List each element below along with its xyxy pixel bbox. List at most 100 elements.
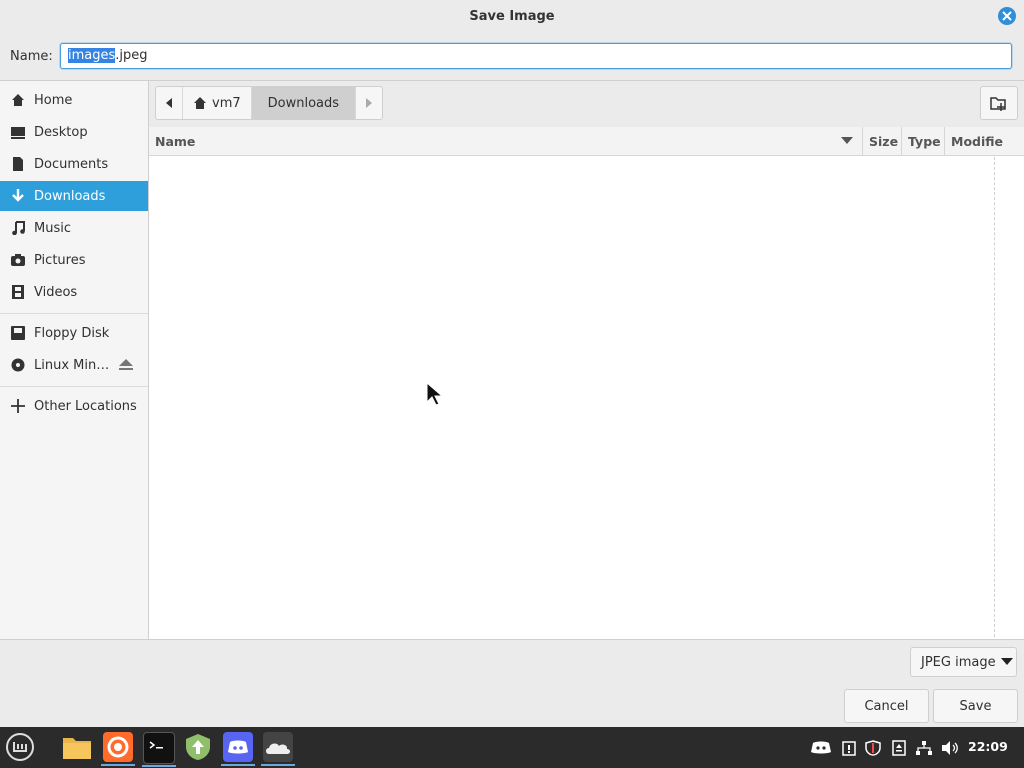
close-icon bbox=[1002, 11, 1012, 21]
clock[interactable]: 22:09 bbox=[968, 739, 1008, 754]
sidebar-item-other-locations[interactable]: Other Locations bbox=[0, 391, 148, 421]
file-type-label: JPEG image bbox=[921, 654, 996, 670]
plus-icon bbox=[10, 398, 26, 414]
film-icon bbox=[10, 284, 26, 300]
sidebar-item-home[interactable]: Home bbox=[0, 85, 148, 115]
taskbar: 22:09 bbox=[0, 727, 1024, 768]
save-button[interactable]: Save bbox=[933, 689, 1018, 723]
taskbar-update-manager[interactable] bbox=[183, 732, 213, 762]
tray-network[interactable] bbox=[915, 739, 933, 757]
eject-icon[interactable] bbox=[118, 358, 134, 376]
path-bar: vm7 Downloads bbox=[149, 81, 1024, 128]
sidebar-item-label: Videos bbox=[34, 284, 78, 300]
name-label: Name: bbox=[10, 49, 53, 64]
taskbar-files[interactable] bbox=[62, 732, 92, 762]
sidebar-item-label: Pictures bbox=[34, 252, 86, 268]
music-icon bbox=[10, 220, 26, 236]
breadcrumb-label: Downloads bbox=[267, 95, 340, 111]
name-row: Name: images.jpeg bbox=[0, 32, 1024, 81]
dialog-footer: JPEG image Cancel Save bbox=[0, 639, 1024, 728]
onedrive-icon bbox=[266, 743, 290, 754]
sidebar-item-linux-mint-disc[interactable]: Linux Min… bbox=[0, 350, 148, 380]
path-forward-button[interactable] bbox=[356, 87, 382, 119]
sidebar-item-desktop[interactable]: Desktop bbox=[0, 117, 148, 147]
cancel-button[interactable]: Cancel bbox=[844, 689, 929, 723]
filename-selected-text: images bbox=[68, 48, 116, 63]
tray-volume[interactable] bbox=[941, 739, 959, 757]
downloads-icon bbox=[10, 188, 26, 204]
sidebar-item-documents[interactable]: Documents bbox=[0, 149, 148, 179]
desktop-icon bbox=[10, 124, 26, 140]
network-icon bbox=[916, 741, 932, 755]
sidebar-item-label: Other Locations bbox=[34, 398, 137, 414]
file-type-dropdown[interactable]: JPEG image bbox=[910, 647, 1017, 677]
column-separator[interactable] bbox=[944, 127, 945, 155]
chevron-right-icon bbox=[366, 98, 373, 108]
discord-icon bbox=[228, 740, 248, 754]
sidebar-item-label: Linux Min… bbox=[34, 357, 110, 373]
chevron-left-icon bbox=[166, 98, 172, 108]
column-separator[interactable] bbox=[901, 127, 902, 155]
clipboard-icon bbox=[842, 741, 856, 756]
sidebar-item-music[interactable]: Music bbox=[0, 213, 148, 243]
menu-button[interactable] bbox=[5, 732, 35, 762]
taskbar-discord[interactable] bbox=[221, 732, 255, 766]
window-title: Save Image bbox=[469, 8, 555, 24]
update-icon bbox=[892, 740, 906, 756]
breadcrumb-label: vm7 bbox=[212, 95, 241, 111]
sidebar-item-label: Floppy Disk bbox=[34, 325, 110, 341]
chevron-down-icon bbox=[841, 137, 853, 144]
column-type[interactable]: Type bbox=[908, 127, 941, 155]
floppy-icon bbox=[10, 325, 26, 341]
title-bar: Save Image bbox=[0, 0, 1024, 32]
column-name[interactable]: Name bbox=[155, 127, 195, 155]
sidebar-item-downloads[interactable]: Downloads bbox=[0, 181, 148, 211]
tray-update[interactable] bbox=[890, 739, 908, 757]
home-icon bbox=[194, 97, 206, 109]
sidebar-item-label: Documents bbox=[34, 156, 109, 172]
discord-icon bbox=[811, 741, 831, 754]
taskbar-onedrive[interactable] bbox=[261, 732, 295, 766]
tray-shield[interactable] bbox=[864, 739, 882, 757]
sidebar-item-videos[interactable]: Videos bbox=[0, 277, 148, 307]
sidebar-item-label: Music bbox=[34, 220, 71, 236]
volume-icon bbox=[942, 741, 958, 755]
column-modified[interactable]: Modifie bbox=[951, 127, 1003, 155]
close-button[interactable] bbox=[998, 7, 1016, 25]
path-back-button[interactable] bbox=[156, 87, 183, 119]
documents-icon bbox=[10, 156, 26, 172]
new-folder-icon bbox=[990, 97, 1006, 111]
active-indicator bbox=[142, 765, 176, 767]
sidebar-item-pictures[interactable]: Pictures bbox=[0, 245, 148, 275]
new-folder-button[interactable] bbox=[980, 86, 1018, 120]
update-manager-icon bbox=[186, 734, 210, 760]
terminal-icon bbox=[149, 741, 163, 749]
breadcrumb-home[interactable]: vm7 bbox=[183, 87, 252, 119]
sidebar-item-label: Desktop bbox=[34, 124, 88, 140]
taskbar-terminal[interactable] bbox=[142, 732, 176, 767]
sidebar-item-label: Home bbox=[34, 92, 73, 108]
home-icon bbox=[10, 92, 26, 108]
filename-input[interactable]: images.jpeg bbox=[60, 43, 1012, 69]
tray-discord[interactable] bbox=[810, 739, 832, 757]
shield-icon bbox=[865, 740, 881, 756]
sidebar-separator bbox=[0, 386, 148, 387]
column-separator[interactable] bbox=[862, 127, 863, 155]
mouse-cursor-icon bbox=[426, 382, 444, 406]
sort-dropdown[interactable] bbox=[841, 127, 853, 155]
menu-icon bbox=[6, 733, 34, 761]
column-size[interactable]: Size bbox=[869, 127, 898, 155]
camera-icon bbox=[10, 252, 26, 268]
chevron-down-icon bbox=[1000, 658, 1013, 665]
file-list[interactable]: Name Size Type Modifie bbox=[149, 127, 1024, 639]
tray-clipboard[interactable] bbox=[840, 739, 858, 757]
disc-icon bbox=[10, 357, 26, 373]
active-indicator bbox=[101, 764, 135, 766]
sidebar-item-floppy-disk[interactable]: Floppy Disk bbox=[0, 318, 148, 348]
taskbar-firefox[interactable] bbox=[101, 732, 135, 766]
column-guide-line bbox=[994, 157, 995, 637]
breadcrumb-downloads[interactable]: Downloads bbox=[251, 87, 357, 119]
filename-extension-text: .jpeg bbox=[115, 48, 148, 63]
files-icon bbox=[63, 738, 91, 759]
firefox-icon bbox=[107, 736, 129, 758]
